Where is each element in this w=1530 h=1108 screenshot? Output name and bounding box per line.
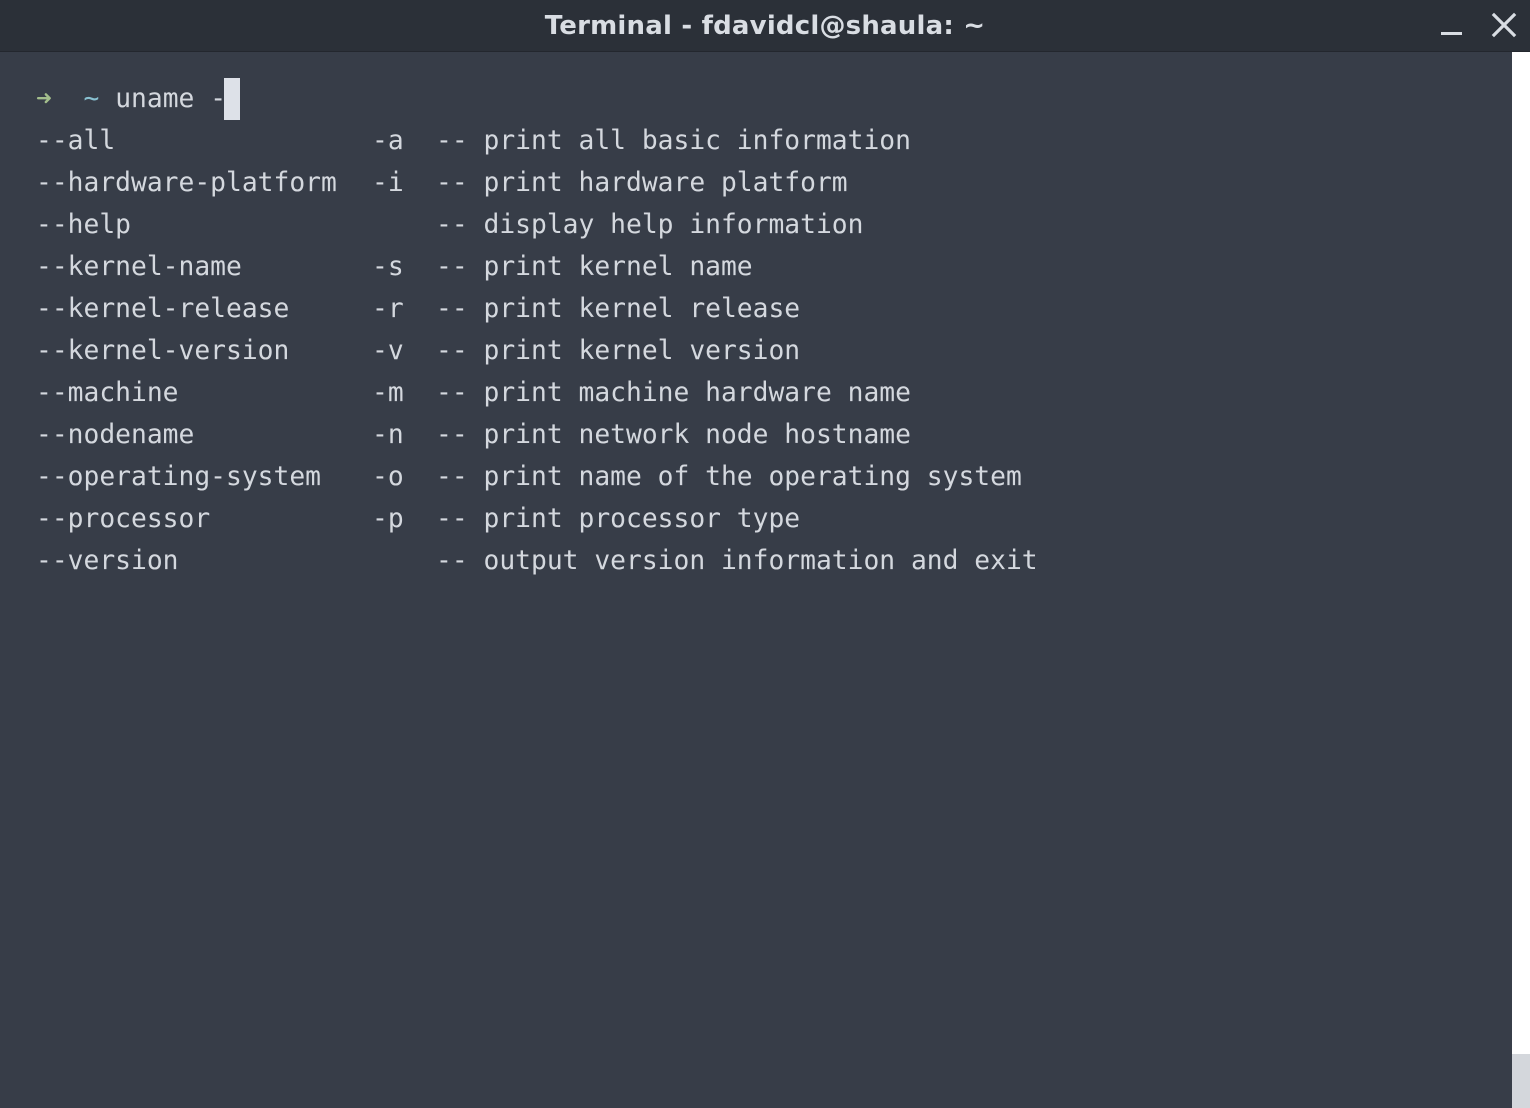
scrollbar-thumb[interactable] bbox=[1512, 1054, 1530, 1108]
option-long-name: --operating-system bbox=[36, 462, 321, 492]
prompt-cwd: ~ bbox=[83, 84, 100, 114]
option-short-flag: -m bbox=[372, 378, 404, 408]
prompt-arrow-icon: ➜ bbox=[36, 84, 52, 114]
command-input[interactable]: uname - bbox=[115, 84, 226, 114]
completion-row: --kernel-version -v -- print kernel versio… bbox=[36, 330, 1038, 372]
option-description: -- print processor type bbox=[436, 504, 801, 534]
completion-row: --operating-system -o -- print name of the… bbox=[36, 456, 1038, 498]
option-long-name: --nodename bbox=[36, 420, 195, 450]
completion-row: --all -a -- print all basic information bbox=[36, 120, 1038, 162]
title-bar[interactable]: Terminal - fdavidcl@shaula: ~ bbox=[0, 0, 1530, 52]
option-short-flag: -v bbox=[372, 336, 404, 366]
option-long-name: --kernel-version bbox=[36, 336, 290, 366]
option-short-flag: -i bbox=[372, 168, 404, 198]
option-long-name: --help bbox=[36, 210, 131, 240]
option-short-flag: -n bbox=[372, 420, 404, 450]
scrollbar[interactable] bbox=[1512, 52, 1530, 1108]
option-short-flag: -o bbox=[372, 462, 404, 492]
minimize-icon bbox=[1441, 32, 1462, 35]
completion-row: --nodename -n -- print network node hostna… bbox=[36, 414, 1038, 456]
option-long-name: --version bbox=[36, 546, 179, 576]
option-description: -- print machine hardware name bbox=[436, 378, 911, 408]
text-cursor bbox=[224, 78, 241, 120]
completion-row: --machine -m -- print machine hardware nam… bbox=[36, 372, 1038, 414]
minimize-button[interactable] bbox=[1434, 8, 1470, 44]
option-description: -- print kernel version bbox=[436, 336, 801, 366]
terminal-text: ➜ ~ uname - --all -a -- print all basic inf… bbox=[36, 78, 1038, 582]
option-description: -- print kernel release bbox=[436, 294, 801, 324]
terminal-window: Terminal - fdavidcl@shaula: ~ ➜ ~ uname … bbox=[0, 0, 1530, 1108]
close-icon bbox=[1491, 12, 1517, 38]
option-long-name: --kernel-name bbox=[36, 252, 242, 282]
option-description: -- print name of the operating system bbox=[436, 462, 1022, 492]
option-long-name: --all bbox=[36, 126, 116, 156]
completion-list: --all -a -- print all basic information --h… bbox=[36, 120, 1038, 582]
option-description: -- print network node hostname bbox=[436, 420, 911, 450]
option-description: -- display help information bbox=[436, 210, 864, 240]
option-long-name: --processor bbox=[36, 504, 211, 534]
option-short-flag: -r bbox=[372, 294, 404, 324]
completion-row: --help -- display help information bbox=[36, 204, 1038, 246]
prompt-line[interactable]: ➜ ~ uname - bbox=[36, 78, 1038, 120]
window-title: Terminal - fdavidcl@shaula: ~ bbox=[544, 11, 986, 41]
completion-row: --hardware-platform -i -- print hardware p… bbox=[36, 162, 1038, 204]
option-short-flag: -a bbox=[372, 126, 404, 156]
completion-row: --kernel-name -s -- print kernel name bbox=[36, 246, 1038, 288]
option-short-flag: -s bbox=[372, 252, 404, 282]
close-button[interactable] bbox=[1486, 8, 1522, 44]
option-description: -- output version information and exit bbox=[436, 546, 1038, 576]
option-description: -- print hardware platform bbox=[436, 168, 848, 198]
completion-row: --kernel-release -r -- print kernel releas… bbox=[36, 288, 1038, 330]
option-long-name: --hardware-platform bbox=[36, 168, 337, 198]
option-long-name: --machine bbox=[36, 378, 179, 408]
completion-row: --version -- output version information a… bbox=[36, 540, 1038, 582]
option-short-flag: -p bbox=[372, 504, 404, 534]
completion-row: --processor -p -- print processor type bbox=[36, 498, 1038, 540]
option-description: -- print all basic information bbox=[436, 126, 911, 156]
option-long-name: --kernel-release bbox=[36, 294, 290, 324]
option-description: -- print kernel name bbox=[436, 252, 753, 282]
